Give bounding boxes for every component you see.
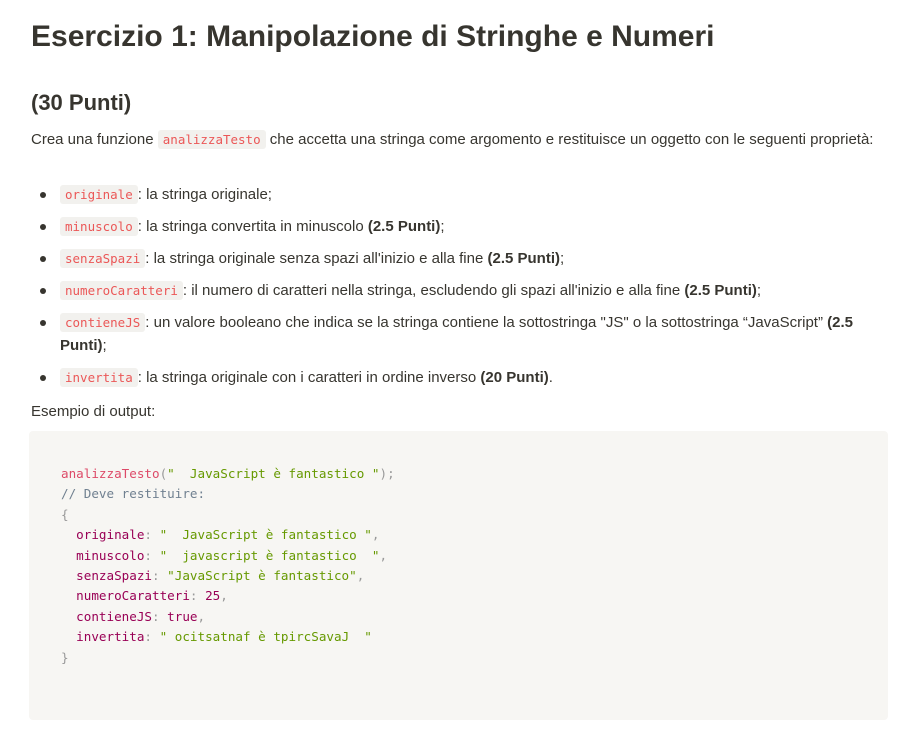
property-tail: ; <box>756 282 762 299</box>
code-open-brace: { <box>61 506 69 522</box>
code-value: " ocitsatnaf è tpircSavaJ " <box>159 629 372 645</box>
property-description: : il numero di caratteri nella stringa, … <box>182 282 685 299</box>
intro-paragraph: Crea una funzione analizzaTesto che acce… <box>31 128 881 151</box>
list-item: numeroCaratteri: il numero di caratteri … <box>31 279 881 302</box>
code-key: senzaSpazi <box>76 568 152 584</box>
code-close-brace: } <box>61 649 69 665</box>
list-item: originale: la stringa originale; <box>31 183 881 206</box>
example-label: Esempio di output: <box>31 403 156 420</box>
page-title: Esercizio 1: Manipolazione di Stringhe e… <box>31 20 715 53</box>
code-value: 25 <box>205 588 221 604</box>
code-key: numeroCaratteri <box>76 588 190 604</box>
list-item: senzaSpazi: la stringa originale senza s… <box>31 247 881 270</box>
property-code: contieneJS <box>60 313 146 332</box>
points-heading: (30 Punti) <box>31 90 132 115</box>
code-value: true <box>167 608 198 624</box>
code-key: invertita <box>76 629 145 645</box>
property-description: : la stringa originale con i caratteri i… <box>137 369 481 386</box>
code-block[interactable]: analizzaTesto(" JavaScript è fantastico … <box>29 431 888 720</box>
code-value: " javascript è fantastico " <box>159 547 380 563</box>
property-description: : la stringa convertita in minuscolo <box>137 218 368 235</box>
bullet-icon <box>40 224 46 230</box>
code-key: minuscolo <box>76 547 145 563</box>
code-call-argument: " JavaScript è fantastico " <box>167 466 380 481</box>
intro-text-after: che accetta una stringa come argomento e… <box>265 131 874 148</box>
code-content[interactable]: analizzaTesto(" JavaScript è fantastico … <box>61 464 395 668</box>
property-points: (2.5 Punti) <box>487 250 560 267</box>
property-description: : un valore booleano che indica se la st… <box>145 314 828 331</box>
intro-text-before: Crea una funzione <box>31 131 158 148</box>
code-value: "JavaScript è fantastico" <box>167 568 357 584</box>
code-value: " JavaScript è fantastico " <box>159 527 372 543</box>
property-tail: ; <box>560 250 565 267</box>
code-function-call: analizzaTesto <box>61 466 160 481</box>
property-code: senzaSpazi <box>60 249 146 268</box>
property-description: : la stringa originale senza spazi all'i… <box>145 250 488 267</box>
property-points: (2.5 Punti) <box>367 218 441 235</box>
property-code: originale <box>60 185 138 204</box>
list-item: minuscolo: la stringa convertita in minu… <box>31 215 881 238</box>
list-item: invertita: la stringa originale con i ca… <box>31 366 881 389</box>
property-code: numeroCaratteri <box>60 281 183 300</box>
property-code: minuscolo <box>60 217 138 236</box>
property-tail: . <box>548 369 553 386</box>
code-key: contieneJS <box>76 608 152 624</box>
property-tail: ; <box>440 218 445 235</box>
property-code: invertita <box>60 368 138 387</box>
list-item: contieneJS: un valore booleano che indic… <box>31 311 881 357</box>
property-tail: ; <box>102 337 107 354</box>
properties-list: originale: la stringa originale; minusco… <box>31 183 881 398</box>
code-key: originale <box>76 527 145 543</box>
property-points: (20 Punti) <box>480 369 549 386</box>
function-name-code: analizzaTesto <box>157 130 266 149</box>
bullet-icon <box>40 256 46 262</box>
property-description: : la stringa originale; <box>137 186 272 203</box>
property-points: (2.5 Punti) <box>684 282 757 299</box>
bullet-icon <box>40 375 46 381</box>
code-comment: // Deve restituire: <box>61 486 206 502</box>
bullet-icon <box>40 192 46 198</box>
bullet-icon <box>40 320 46 326</box>
bullet-icon <box>40 288 46 294</box>
